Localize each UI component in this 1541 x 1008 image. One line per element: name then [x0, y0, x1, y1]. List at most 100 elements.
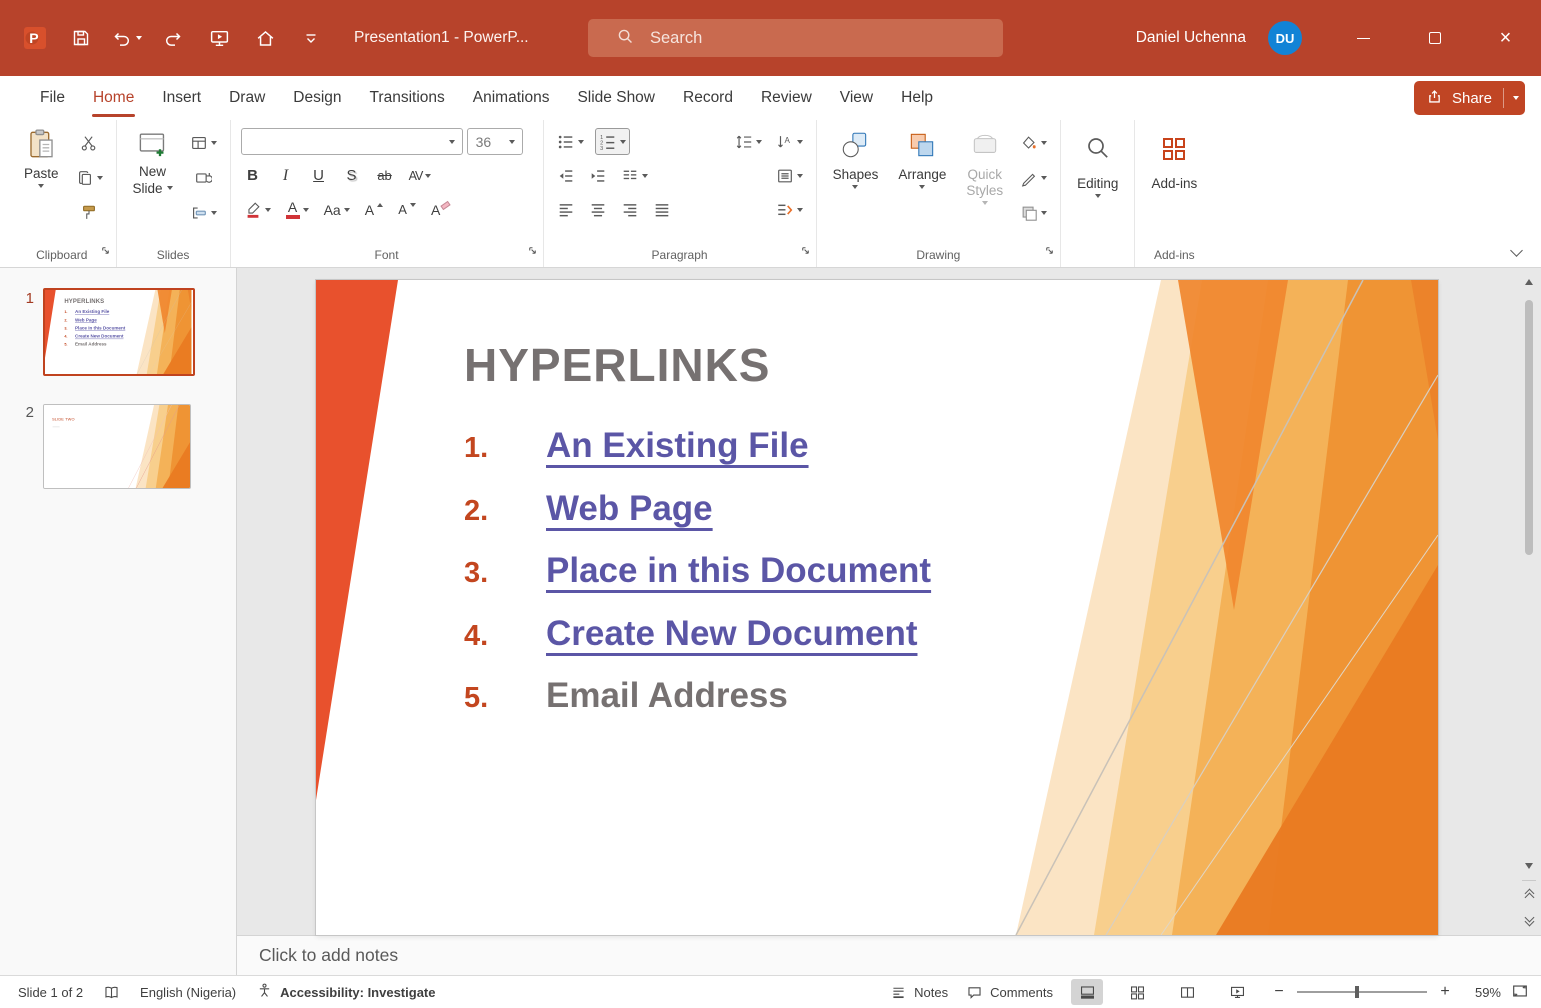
hyperlink-web-page[interactable]: Web Page [546, 489, 713, 529]
share-button[interactable]: Share [1414, 81, 1525, 115]
font-color-button[interactable]: A [283, 196, 312, 223]
text-shadow-button[interactable]: S [340, 162, 364, 189]
decrease-indent-button[interactable] [554, 162, 578, 189]
font-color-chevron[interactable] [303, 208, 309, 212]
align-text-button[interactable] [773, 162, 806, 189]
home-icon[interactable] [244, 16, 286, 60]
previous-slide-button[interactable] [1519, 885, 1539, 905]
tab-home[interactable]: Home [79, 76, 148, 120]
clipboard-dialog-launcher[interactable] [100, 243, 111, 261]
convert-to-smartart-button[interactable] [773, 196, 806, 223]
comments-toggle-button[interactable]: Comments [966, 984, 1053, 1001]
tab-animations[interactable]: Animations [459, 76, 564, 120]
line-spacing-button[interactable] [732, 128, 765, 155]
shape-fill-chevron[interactable] [1041, 141, 1047, 145]
slide-1-editing-surface[interactable]: HYPERLINKS 1.An Existing File 2.Web Page… [316, 280, 1438, 935]
new-slide-dropdown-chevron[interactable] [167, 186, 173, 190]
hyperlink-place-in-document[interactable]: Place in this Document [546, 551, 931, 591]
tab-file[interactable]: File [26, 76, 79, 120]
italic-button[interactable]: I [274, 162, 298, 189]
format-painter-button[interactable] [73, 200, 106, 226]
font-size-combo[interactable]: 36 [467, 128, 523, 155]
zoom-level[interactable]: 59% [1463, 985, 1501, 1000]
numbering-chevron[interactable] [620, 140, 626, 144]
save-button[interactable] [60, 16, 102, 60]
reading-view-button[interactable] [1171, 979, 1203, 1005]
tab-insert[interactable]: Insert [148, 76, 215, 120]
proofing-status-button[interactable] [103, 984, 120, 1001]
shape-fill-button[interactable] [1017, 130, 1050, 156]
columns-chevron[interactable] [642, 174, 648, 178]
hyperlink-create-new-document[interactable]: Create New Document [546, 614, 917, 654]
justify-button[interactable] [650, 196, 674, 223]
tab-record[interactable]: Record [669, 76, 747, 120]
align-left-button[interactable] [554, 196, 578, 223]
line-spacing-chevron[interactable] [756, 140, 762, 144]
close-button[interactable]: × [1470, 0, 1541, 76]
reset-slide-button[interactable] [187, 165, 220, 191]
slide-layout-button[interactable] [187, 130, 220, 156]
account-avatar[interactable]: DU [1268, 21, 1302, 55]
accessibility-button[interactable]: Accessibility: Investigate [256, 982, 435, 1002]
notes-pane[interactable]: Click to add notes [237, 935, 1541, 975]
bullets-button[interactable] [554, 128, 587, 155]
email-address-text[interactable]: Email Address [546, 676, 788, 716]
decrease-font-size-button[interactable]: A [395, 196, 419, 223]
underline-button[interactable]: U [307, 162, 331, 189]
search-box[interactable]: Search [588, 19, 1003, 57]
clear-formatting-button[interactable]: A [428, 196, 453, 223]
minimize-button[interactable] [1328, 0, 1399, 76]
text-highlight-button[interactable] [241, 196, 274, 223]
slide-sorter-view-button[interactable] [1121, 979, 1153, 1005]
arrange-button[interactable]: Arrange [892, 126, 952, 243]
font-name-combo[interactable] [241, 128, 463, 155]
scroll-up-button[interactable] [1519, 272, 1539, 292]
increase-indent-button[interactable] [586, 162, 610, 189]
zoom-out-button[interactable]: − [1271, 983, 1287, 1001]
smartart-chevron[interactable] [797, 208, 803, 212]
zoom-slider[interactable] [1297, 991, 1427, 993]
quick-styles-button[interactable]: QuickStyles [960, 126, 1009, 243]
strikethrough-button[interactable]: ab [373, 162, 397, 189]
fit-slide-to-window-button[interactable] [1511, 982, 1529, 1003]
change-case-button[interactable]: Aa [321, 196, 353, 223]
align-right-button[interactable] [618, 196, 642, 223]
addins-button[interactable]: Add-ins [1145, 126, 1203, 243]
columns-button[interactable] [618, 162, 651, 189]
powerpoint-logo-icon[interactable]: P [14, 16, 56, 60]
zoom-slider-thumb[interactable] [1355, 986, 1359, 998]
increase-font-size-button[interactable]: A [362, 196, 386, 223]
tab-slide-show[interactable]: Slide Show [563, 76, 669, 120]
bullets-chevron[interactable] [578, 140, 584, 144]
shapes-button[interactable]: Shapes [827, 126, 885, 243]
scrollbar-track[interactable] [1517, 296, 1541, 852]
undo-button[interactable] [106, 16, 148, 60]
paste-dropdown-chevron[interactable] [38, 184, 44, 188]
shape-outline-button[interactable] [1017, 165, 1050, 191]
customize-qat-chevron[interactable] [290, 16, 332, 60]
tab-transitions[interactable]: Transitions [356, 76, 459, 120]
zoom-in-button[interactable]: + [1437, 983, 1453, 1001]
section-button[interactable] [187, 200, 220, 226]
scroll-down-button[interactable] [1519, 856, 1539, 876]
redo-button[interactable] [152, 16, 194, 60]
new-slide-button[interactable]: New Slide [127, 126, 179, 243]
character-spacing-chevron[interactable] [425, 174, 431, 178]
tab-review[interactable]: Review [747, 76, 826, 120]
section-dropdown-chevron[interactable] [211, 211, 217, 215]
align-text-chevron[interactable] [797, 174, 803, 178]
copy-button[interactable] [73, 165, 106, 191]
text-direction-button[interactable]: A [773, 128, 806, 155]
numbering-button[interactable]: 123 [595, 128, 630, 155]
layout-dropdown-chevron[interactable] [211, 141, 217, 145]
maximize-button[interactable] [1399, 0, 1470, 76]
editing-button[interactable]: Editing [1071, 126, 1124, 243]
next-slide-button[interactable] [1519, 909, 1539, 929]
slide-1-thumbnail[interactable]: HYPERLINKS 1.An Existing File 2.Web Page… [43, 288, 195, 376]
hyperlink-existing-file[interactable]: An Existing File [546, 426, 809, 466]
share-dropdown-chevron[interactable] [1513, 96, 1519, 100]
editing-chevron[interactable] [1095, 194, 1101, 198]
change-case-chevron[interactable] [344, 208, 350, 212]
character-spacing-button[interactable]: AV [406, 162, 435, 189]
font-name-chevron[interactable] [443, 129, 462, 154]
